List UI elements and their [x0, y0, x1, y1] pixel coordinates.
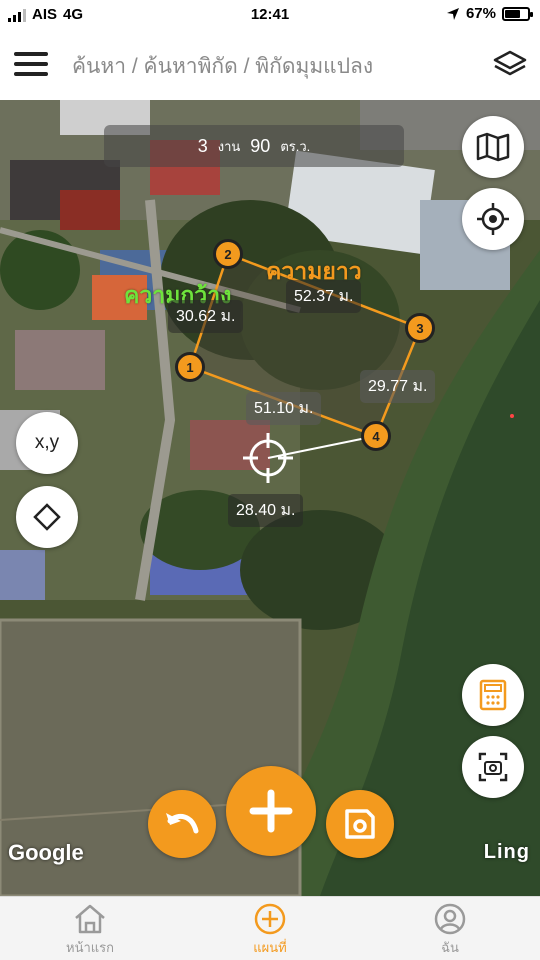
layers-icon[interactable]: [492, 46, 528, 82]
xy-label: x,y: [34, 432, 60, 453]
breadcrumb: ค้นหา / ค้นหาพิกัด / พิกัดมุมแปลง: [72, 55, 374, 78]
tab-map-label: แผนที่: [253, 940, 287, 955]
plot-point-2[interactable]: 2: [213, 239, 243, 269]
shape-button[interactable]: [16, 486, 78, 548]
edge-length-1-2: 30.62 ม.: [168, 300, 244, 333]
plot-point-4[interactable]: 4: [361, 421, 391, 451]
map-view[interactable]: 3 งาน 90 ตร.ว. ความยาว ความกว้าง 52.37 ม…: [0, 100, 540, 896]
target-icon: [477, 203, 509, 235]
battery-percent: 67%: [465, 5, 496, 22]
location-arrow-icon: [446, 7, 459, 20]
area-unit-1: งาน: [217, 138, 241, 154]
user-icon: [434, 903, 466, 935]
save-icon: [345, 809, 375, 839]
area-value-2: 90: [250, 135, 271, 156]
map-type-button[interactable]: [462, 116, 524, 178]
tab-map[interactable]: แผนที่: [210, 901, 330, 959]
add-point-button[interactable]: [226, 766, 316, 856]
hamburger-menu-icon[interactable]: [14, 52, 48, 78]
coordinate-button[interactable]: x,y: [16, 412, 78, 474]
plot-point-3[interactable]: 3: [405, 313, 435, 343]
tab-profile-label: ฉัน: [441, 940, 459, 955]
undo-icon: [166, 813, 199, 834]
bottom-tab-bar: หน้าแรก แผนที่ ฉัน: [0, 896, 540, 960]
edge-length-3-4: 29.77 ม.: [360, 370, 436, 403]
status-bar: AIS 4G 12:41 67%: [0, 0, 540, 30]
map-icon: [476, 132, 510, 162]
home-icon: [75, 904, 105, 934]
area-unit-2: ตร.ว.: [280, 138, 311, 154]
tab-home[interactable]: หน้าแรก: [30, 901, 150, 959]
diamond-icon: [33, 503, 61, 531]
plus-icon: [249, 789, 293, 833]
edge-length-2-3: 52.37 ม.: [286, 280, 362, 313]
edge-length-1-4: 51.10 ม.: [246, 392, 322, 425]
plus-circle-icon: [254, 903, 286, 935]
my-location-button[interactable]: [462, 188, 524, 250]
google-attribution: Google: [8, 840, 84, 865]
crosshair-icon[interactable]: [243, 433, 293, 483]
plot-point-1[interactable]: 1: [175, 352, 205, 382]
battery-icon: [502, 6, 533, 21]
tab-home-label: หน้าแรก: [66, 940, 114, 955]
screenshot-button[interactable]: [462, 736, 524, 798]
calculator-button[interactable]: [462, 664, 524, 726]
undo-button[interactable]: [148, 790, 216, 858]
watermark: Ling: [483, 841, 530, 863]
area-value-1: 3: [197, 135, 208, 156]
area-summary: 3 งาน 90 ตร.ว.: [104, 125, 404, 167]
tab-profile[interactable]: ฉัน: [390, 901, 510, 959]
save-button[interactable]: [326, 790, 394, 858]
cursor-distance: 28.40 ม.: [228, 494, 304, 527]
camera-frame-icon: [478, 752, 508, 782]
app-header: ค้นหา / ค้นหาพิกัด / พิกัดมุมแปลง: [0, 30, 540, 100]
calculator-icon: [479, 679, 507, 711]
